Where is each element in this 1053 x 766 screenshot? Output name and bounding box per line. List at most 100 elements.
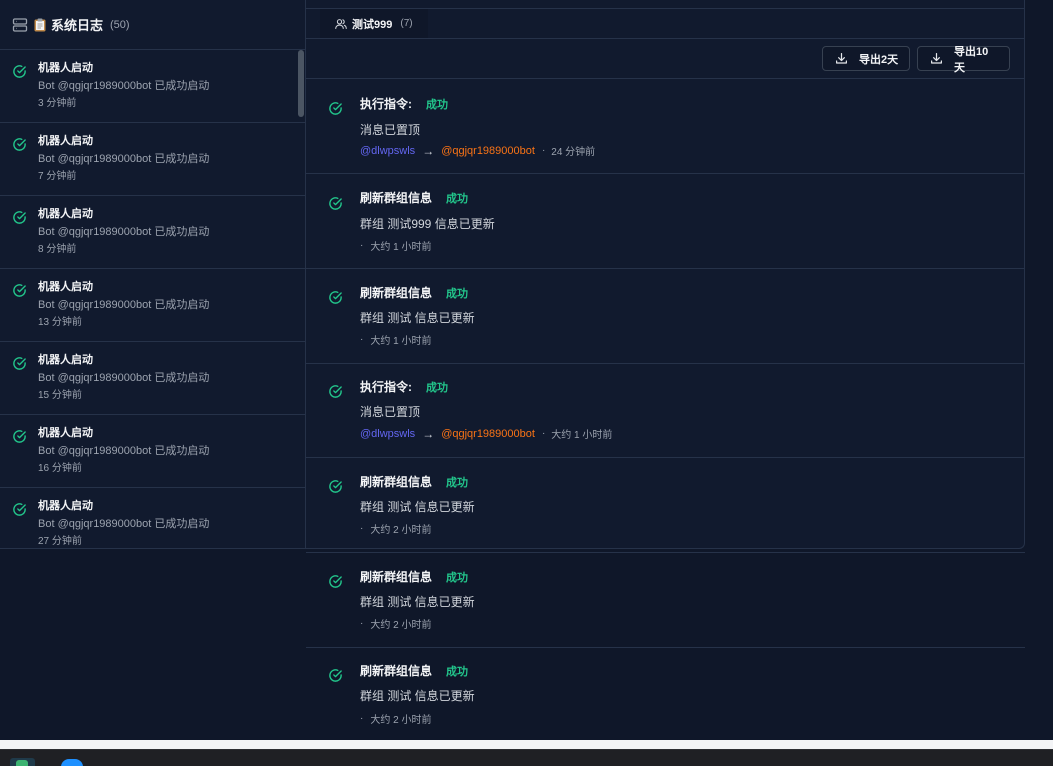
- os-taskbar: [0, 749, 1053, 766]
- log-item-title: 机器人启动: [38, 208, 93, 220]
- activity-item: 刷新群组信息 成功 群组 测试 信息已更新 · 大约 1 小时前: [306, 269, 1025, 364]
- status-badge: 成功: [446, 665, 469, 678]
- arrow-right-icon: →: [422, 426, 435, 441]
- to-user-link[interactable]: @qgjqr1989000bot: [441, 428, 535, 440]
- meta-separator: ·: [360, 618, 364, 629]
- users-icon: [335, 18, 347, 30]
- log-item-title: 机器人启动: [38, 427, 93, 439]
- activity-head: 刷新群组信息 成功: [360, 662, 468, 679]
- activity-meta: · 大约 1 小时前: [360, 332, 431, 347]
- activity-head: 刷新群组信息 成功: [360, 473, 468, 490]
- log-list-scrollbar[interactable]: [298, 50, 304, 117]
- log-item-title: 机器人启动: [38, 281, 93, 293]
- check-circle-icon: [12, 210, 27, 225]
- tab-group[interactable]: 测试999 (7): [320, 9, 428, 38]
- activity-message: 群组 测试999 信息已更新: [360, 217, 495, 231]
- status-badge: 成功: [426, 98, 448, 111]
- check-circle-icon: [12, 502, 27, 517]
- check-circle-icon: [328, 384, 343, 399]
- log-item-title: 机器人启动: [38, 62, 93, 74]
- activity-action: 刷新群组信息: [360, 570, 433, 584]
- tab-group-label: 测试999: [352, 18, 393, 31]
- status-badge: 成功: [426, 381, 448, 394]
- log-item[interactable]: 机器人启动 Bot @qgjqr1989000bot 已成功启动 13 分钟前: [0, 269, 305, 342]
- meta-separator: ·: [360, 240, 364, 251]
- check-circle-icon: [328, 290, 343, 305]
- log-item[interactable]: 机器人启动 Bot @qgjqr1989000bot 已成功启动 16 分钟前: [0, 415, 305, 488]
- activity-meta: · 大约 2 小时前: [360, 521, 431, 536]
- check-circle-icon: [12, 283, 27, 298]
- export-10-days-button[interactable]: 导出10天: [917, 46, 1010, 74]
- check-circle-icon: [12, 356, 27, 371]
- to-user-link[interactable]: @qgjqr1989000bot: [441, 145, 535, 157]
- activity-action: 刷新群组信息: [360, 475, 433, 489]
- meta-separator: ·: [360, 713, 364, 724]
- log-item-description: Bot @qgjqr1989000bot 已成功启动: [38, 299, 210, 311]
- activity-meta: · 大约 1 小时前: [360, 238, 431, 253]
- from-user-link[interactable]: @dlwpswls: [360, 145, 415, 157]
- activity-meta: · 大约 2 小时前: [360, 711, 431, 726]
- export-2-days-label: 导出2天: [859, 53, 899, 66]
- check-circle-icon: [328, 574, 343, 589]
- activity-message: 群组 测试 信息已更新: [360, 311, 475, 325]
- activity-meta: @dlwpswls → @qgjqr1989000bot · 大约 1 小时前: [360, 426, 613, 442]
- check-circle-icon: [12, 429, 27, 444]
- check-circle-icon: [328, 101, 343, 116]
- activity-message: 群组 测试 信息已更新: [360, 689, 475, 703]
- server-icon: [12, 17, 28, 33]
- activity-item: 刷新群组信息 成功 群组 测试 信息已更新 · 大约 2 小时前: [306, 647, 1025, 742]
- log-item-time: 15 分钟前: [38, 390, 82, 401]
- taskbar-browser-icon[interactable]: [61, 759, 83, 766]
- activity-time: 大约 1 小时前: [370, 336, 432, 347]
- activity-action: 刷新群组信息: [360, 191, 433, 205]
- from-user-link[interactable]: @dlwpswls: [360, 428, 415, 440]
- export-10-days-label: 导出10天: [954, 45, 989, 74]
- log-item[interactable]: 机器人启动 Bot @qgjqr1989000bot 已成功启动 3 分钟前: [0, 50, 305, 123]
- log-item-title: 机器人启动: [38, 500, 93, 512]
- log-item-description: Bot @qgjqr1989000bot 已成功启动: [38, 226, 210, 238]
- activity-time: 大约 1 小时前: [551, 430, 613, 441]
- activity-head: 刷新群组信息 成功: [360, 189, 468, 206]
- activity-time: 大约 1 小时前: [370, 242, 432, 253]
- activity-message: 群组 测试 信息已更新: [360, 500, 475, 514]
- log-item[interactable]: 机器人启动 Bot @qgjqr1989000bot 已成功启动 15 分钟前: [0, 342, 305, 415]
- log-item[interactable]: 机器人启动 Bot @qgjqr1989000bot 已成功启动 27 分钟前: [0, 488, 305, 548]
- activity-time: 大约 2 小时前: [370, 715, 432, 726]
- log-item-time: 13 分钟前: [38, 317, 82, 328]
- system-log-header: 系统日志 (50): [0, 0, 305, 50]
- system-log-count: (50): [110, 18, 130, 31]
- log-item-description: Bot @qgjqr1989000bot 已成功启动: [38, 80, 210, 92]
- export-2-days-button[interactable]: 导出2天: [822, 46, 910, 71]
- activity-message: 群组 测试 信息已更新: [360, 595, 475, 609]
- status-badge: 成功: [446, 571, 469, 584]
- activity-head: 刷新群组信息 成功: [360, 284, 468, 301]
- window-bottom-edge: [0, 740, 1053, 749]
- check-circle-icon: [328, 196, 343, 211]
- status-badge: 成功: [446, 287, 469, 300]
- log-item-title: 机器人启动: [38, 135, 93, 147]
- status-badge: 成功: [446, 192, 469, 205]
- activity-meta: @dlwpswls → @qgjqr1989000bot · 24 分钟前: [360, 143, 596, 159]
- system-log-title: 系统日志: [51, 18, 104, 33]
- activity-item: 刷新群组信息 成功 群组 测试999 信息已更新 · 大约 1 小时前: [306, 174, 1025, 269]
- log-item-description: Bot @qgjqr1989000bot 已成功启动: [38, 153, 210, 165]
- meta-separator: ·: [360, 334, 364, 345]
- taskbar-app-icon[interactable]: [10, 758, 35, 766]
- meta-separator: ·: [541, 428, 546, 439]
- log-item-description: Bot @qgjqr1989000bot 已成功启动: [38, 372, 210, 384]
- log-item[interactable]: 机器人启动 Bot @qgjqr1989000bot 已成功启动 8 分钟前: [0, 196, 305, 269]
- activity-action: 执行指令:: [360, 97, 412, 111]
- activity-action: 执行指令:: [360, 380, 412, 394]
- check-circle-icon: [12, 64, 27, 79]
- activity-head: 执行指令: 成功: [360, 95, 448, 112]
- activity-time: 24 分钟前: [551, 147, 596, 158]
- arrow-right-icon: →: [422, 143, 435, 158]
- log-item[interactable]: 机器人启动 Bot @qgjqr1989000bot 已成功启动 7 分钟前: [0, 123, 305, 196]
- download-icon: [930, 52, 943, 65]
- log-item-description: Bot @qgjqr1989000bot 已成功启动: [38, 445, 210, 457]
- activity-message: 消息已置顶: [360, 123, 421, 137]
- status-badge: 成功: [446, 476, 469, 489]
- activity-action: 刷新群组信息: [360, 664, 433, 678]
- tab-group-count: (7): [400, 18, 413, 29]
- activity-message: 消息已置顶: [360, 405, 421, 419]
